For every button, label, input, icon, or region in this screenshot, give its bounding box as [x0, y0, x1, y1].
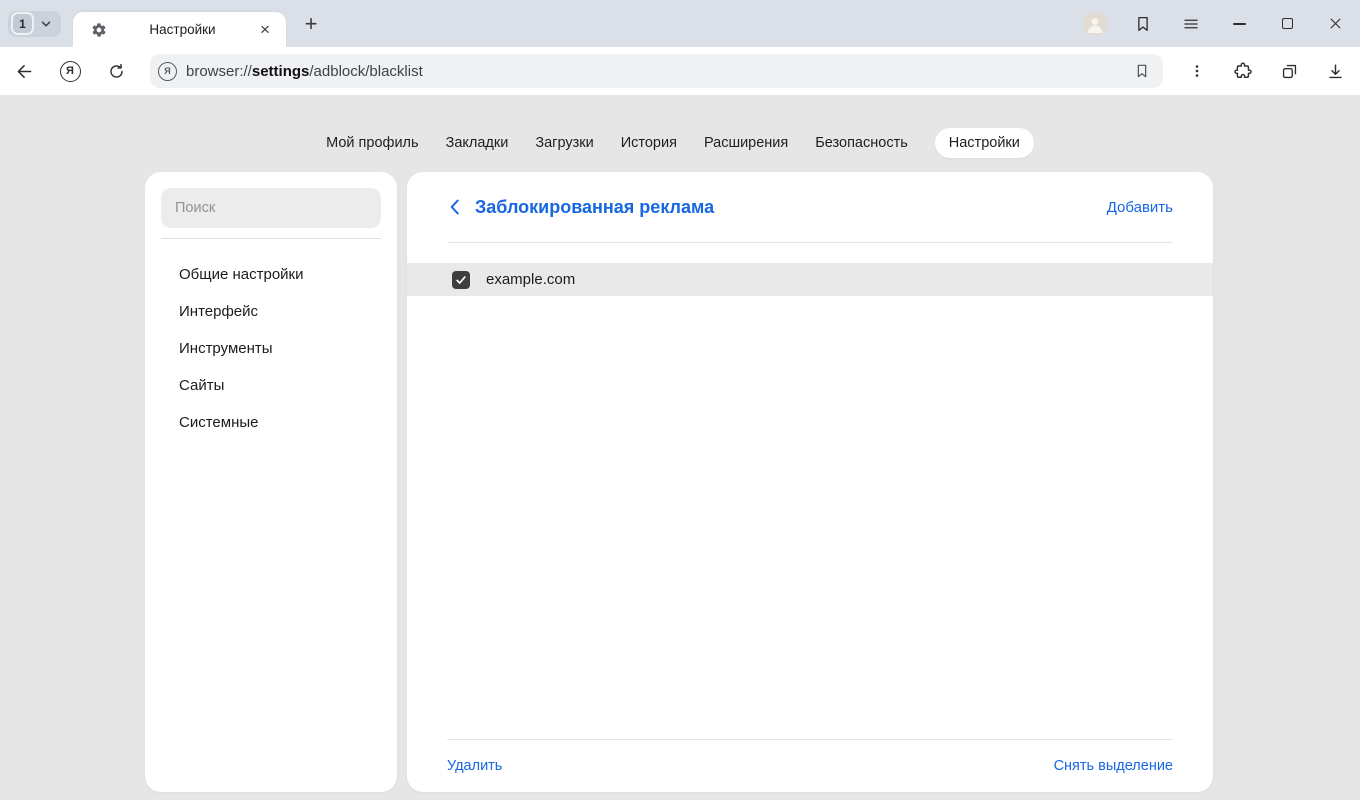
- nav-downloads[interactable]: Загрузки: [535, 128, 593, 158]
- new-tab-button[interactable]: +: [296, 9, 326, 39]
- sidebar-item-tools[interactable]: Инструменты: [145, 330, 397, 367]
- browser-window: 1 Настройки × +: [0, 0, 1360, 800]
- sidebar-menu: Общие настройки Интерфейс Инструменты Са…: [145, 256, 397, 441]
- page-title: Заблокированная реклама: [475, 197, 714, 218]
- tab-title: Настройки: [111, 22, 254, 37]
- back-chevron-icon[interactable]: [447, 198, 461, 216]
- sidebar-item-sites[interactable]: Сайты: [145, 367, 397, 404]
- close-tab-icon[interactable]: ×: [254, 19, 276, 41]
- deselect-button[interactable]: Снять выделение: [1054, 758, 1173, 774]
- search-input[interactable]: [161, 188, 381, 228]
- nav-history[interactable]: История: [621, 128, 677, 158]
- side-panel-bookmark-icon[interactable]: [1131, 12, 1155, 36]
- site-badge-icon[interactable]: Я: [158, 62, 177, 81]
- hamburger-menu-icon[interactable]: [1179, 12, 1203, 36]
- settings-sidebar: Общие настройки Интерфейс Инструменты Са…: [145, 172, 397, 792]
- download-icon[interactable]: [1323, 59, 1347, 83]
- sidebar-divider: [161, 238, 381, 239]
- gear-icon: [87, 18, 111, 42]
- row-checkbox-checked[interactable]: [452, 271, 470, 289]
- window-maximize-button[interactable]: [1275, 12, 1299, 36]
- row-domain: example.com: [486, 271, 575, 288]
- tab-bar: 1 Настройки × +: [0, 0, 1360, 47]
- panel-header: Заблокированная реклама Добавить: [407, 172, 1213, 242]
- sidebar-item-interface[interactable]: Интерфейс: [145, 293, 397, 330]
- sidebar-item-system[interactable]: Системные: [145, 404, 397, 441]
- tab-settings[interactable]: Настройки ×: [73, 12, 286, 47]
- list-item[interactable]: example.com: [407, 263, 1213, 296]
- tab-group-control[interactable]: 1: [8, 11, 61, 37]
- window-close-button[interactable]: [1323, 12, 1347, 36]
- extensions-puzzle-icon[interactable]: [1231, 59, 1255, 83]
- chevron-down-icon[interactable]: [34, 17, 58, 31]
- settings-top-nav: Мой профиль Закладки Загрузки История Ра…: [0, 128, 1360, 158]
- bookmark-icon[interactable]: [1129, 58, 1155, 84]
- nav-bookmarks[interactable]: Закладки: [446, 128, 509, 158]
- nav-settings-active[interactable]: Настройки: [935, 128, 1034, 158]
- blacklist-rows: example.com: [407, 243, 1213, 739]
- tab-bar-right-cluster: [1083, 12, 1360, 36]
- browser-toolbar: Я Я browser://settings/adblock/blacklist: [0, 47, 1360, 95]
- profile-avatar[interactable]: [1083, 12, 1107, 36]
- add-button[interactable]: Добавить: [1107, 199, 1173, 216]
- nav-security[interactable]: Безопасность: [815, 128, 908, 158]
- address-bar[interactable]: Я browser://settings/adblock/blacklist: [150, 54, 1163, 88]
- tab-group-count-badge[interactable]: 1: [11, 12, 34, 35]
- refresh-button[interactable]: [104, 59, 128, 83]
- sidebar-item-general[interactable]: Общие настройки: [145, 256, 397, 293]
- back-button[interactable]: [12, 59, 36, 83]
- url-text: browser://settings/adblock/blacklist: [186, 63, 423, 80]
- blocked-ads-panel: Заблокированная реклама Добавить example…: [407, 172, 1213, 792]
- panel-footer: Удалить Снять выделение: [407, 740, 1213, 792]
- nav-my-profile[interactable]: Мой профиль: [326, 128, 418, 158]
- collections-icon[interactable]: [1277, 59, 1301, 83]
- delete-button[interactable]: Удалить: [447, 758, 502, 774]
- yandex-logo-icon[interactable]: Я: [58, 59, 82, 83]
- more-menu-icon[interactable]: [1185, 59, 1209, 83]
- nav-extensions[interactable]: Расширения: [704, 128, 788, 158]
- window-minimize-button[interactable]: [1227, 12, 1251, 36]
- settings-page: Мой профиль Закладки Загрузки История Ра…: [0, 95, 1360, 800]
